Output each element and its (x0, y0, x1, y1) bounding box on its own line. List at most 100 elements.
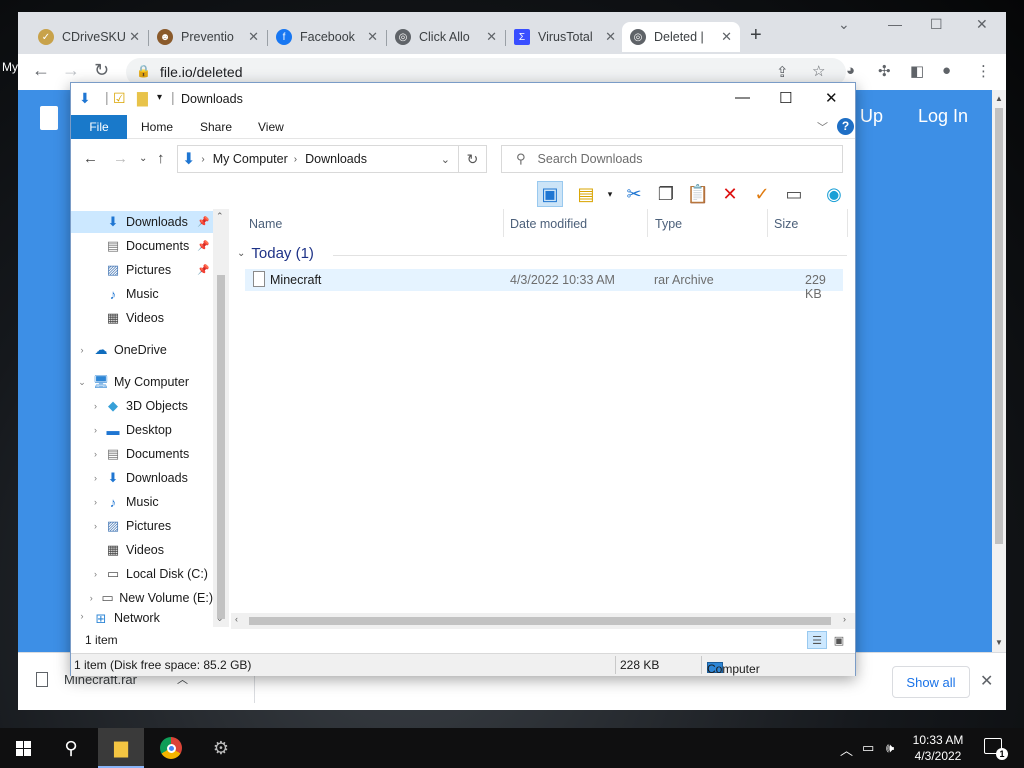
app-taskbar-icon[interactable]: ⚙ (198, 728, 244, 768)
chevron-right-icon[interactable]: › (71, 449, 105, 459)
large-icons-view-icon[interactable]: ▣ (829, 631, 849, 649)
close-tab-icon[interactable]: ✕ (605, 29, 616, 45)
share-icon[interactable]: ⇪ (776, 63, 789, 81)
nav-item-new-volume-e[interactable]: › ▭ New Volume (E:) (71, 587, 213, 609)
browser-tab-5[interactable]: Σ VirusTotal ✕ (506, 22, 624, 52)
chevron-right-icon[interactable]: › (71, 345, 93, 355)
browser-tab-2[interactable]: ☻ Preventio ✕ (149, 22, 267, 52)
nav-item-music-quick[interactable]: ♪ Music (71, 283, 213, 305)
url-text[interactable]: file.io/deleted (160, 64, 243, 80)
file-explorer-taskbar-icon[interactable]: ▆ (98, 728, 144, 768)
tab-share[interactable]: Share (186, 115, 246, 139)
folder-options-icon[interactable]: ▤ (573, 181, 599, 207)
location-bar[interactable]: ⬇ › My Computer › Downloads ⌄ (177, 145, 459, 173)
close-tab-icon[interactable]: ✕ (486, 29, 497, 45)
close-button[interactable]: ✕ (825, 89, 838, 107)
tab-file[interactable]: File (71, 115, 127, 139)
details-view-icon[interactable]: ☰ (807, 631, 827, 649)
pin-icon[interactable]: 📌 (197, 217, 209, 228)
breadcrumb-my-computer[interactable]: My Computer (213, 152, 288, 166)
group-header-today[interactable]: ⌄ Today (1) (237, 245, 847, 262)
delete-icon[interactable]: ✕ (717, 181, 743, 207)
notification-center-icon[interactable]: 1 (984, 738, 1008, 760)
chevron-right-icon[interactable]: › (71, 401, 105, 411)
extension-icon[interactable]: ◕ (846, 62, 855, 79)
chevron-right-icon[interactable]: › (71, 425, 105, 435)
nav-item-downloads[interactable]: › ⬇ Downloads (71, 467, 213, 489)
column-header-type[interactable]: Type (655, 217, 682, 231)
column-header-date-modified[interactable]: Date modified (510, 217, 587, 231)
browser-tab-1[interactable]: ✓ CDriveSKU ✕ (30, 22, 148, 52)
show-all-button[interactable]: Show all (892, 666, 970, 698)
lock-icon[interactable]: 🔒 (136, 64, 151, 78)
nav-item-pictures[interactable]: › ▨ Pictures (71, 515, 213, 537)
pin-icon[interactable]: 📌 (197, 265, 209, 276)
tab-search-icon[interactable]: ⌄ (838, 16, 850, 33)
nav-item-documents-quick[interactable]: ▤ Documents 📌 (71, 235, 213, 257)
chevron-down-icon[interactable]: ⌄ (71, 377, 93, 388)
paste-icon[interactable]: 📋 (685, 181, 711, 207)
column-header-name[interactable]: Name (249, 217, 282, 231)
nav-item-local-disk-c[interactable]: › ▭ Local Disk (C:) (71, 563, 213, 585)
cut-icon[interactable]: ✂ (621, 181, 647, 207)
checkmark-icon[interactable]: ✓ (749, 181, 775, 207)
maximize-button[interactable]: ☐ (779, 89, 792, 107)
help-icon[interactable]: ? (837, 118, 854, 135)
tab-home[interactable]: Home (127, 115, 187, 139)
search-icon[interactable]: ⚲ (48, 728, 94, 768)
page-scroll-thumb[interactable] (995, 108, 1003, 544)
login-link[interactable]: Log In (918, 106, 968, 127)
side-panel-icon[interactable]: ◧ (910, 62, 924, 80)
start-button[interactable] (0, 728, 46, 768)
browser-tab-3[interactable]: f Facebook ✕ (268, 22, 386, 52)
browser-tab-6-active[interactable]: ◎ Deleted | ✕ (622, 22, 740, 52)
forward-arrow-icon[interactable]: → (113, 150, 128, 167)
nav-item-onedrive[interactable]: › ☁ OneDrive (71, 339, 213, 361)
recent-locations-icon[interactable]: ⌄ (139, 153, 147, 164)
page-scrollbar[interactable]: ▲ ▼ (992, 90, 1006, 652)
chevron-right-icon[interactable]: › (71, 593, 101, 603)
menu-dots-icon[interactable]: ⋮ (976, 62, 991, 80)
nav-item-documents[interactable]: › ▤ Documents (71, 443, 213, 465)
column-header-size[interactable]: Size (774, 217, 798, 231)
volume-icon[interactable]: 🕪 (886, 740, 894, 756)
file-name[interactable]: Minecraft (270, 273, 321, 287)
chevron-right-icon[interactable]: › (71, 521, 105, 531)
bookmark-star-icon[interactable]: ☆ (812, 62, 825, 80)
close-shelf-icon[interactable]: ✕ (980, 671, 993, 691)
close-tab-icon[interactable]: ✕ (248, 29, 259, 45)
rename-icon[interactable]: ▭ (781, 181, 807, 207)
expand-ribbon-icon[interactable]: ﹀ (817, 119, 828, 135)
search-input[interactable]: ⚲ Search Downloads (501, 145, 843, 173)
network-icon[interactable]: ▭ (862, 740, 874, 756)
chevron-right-icon[interactable]: › (71, 569, 105, 579)
clock[interactable]: 10:33 AM 4/3/2022 (906, 732, 970, 764)
nav-item-videos[interactable]: ▦ Videos (71, 539, 213, 561)
chevron-right-icon[interactable]: › (294, 154, 297, 165)
nav-item-videos-quick[interactable]: ▦ Videos (71, 307, 213, 329)
close-tab-icon[interactable]: ✕ (367, 29, 378, 45)
file-row[interactable]: Minecraft 4/3/2022 10:33 AM rar Archive … (245, 269, 843, 301)
folder-icon[interactable]: ▇ (137, 90, 148, 107)
new-tab-button[interactable]: + (750, 24, 762, 47)
nav-item-downloads-quick[interactable]: ⬇ Downloads 📌 (71, 211, 213, 233)
forward-button[interactable]: → (62, 60, 80, 81)
close-tab-icon[interactable]: ✕ (721, 29, 732, 45)
customize-dropdown-icon[interactable]: ▾ (157, 92, 162, 103)
up-arrow-icon[interactable]: ↑ (157, 150, 165, 167)
nav-item-my-computer[interactable]: ⌄ 🖥 My Computer (71, 371, 213, 393)
hscroll-thumb[interactable] (249, 617, 831, 625)
profile-avatar-icon[interactable]: ● (942, 62, 951, 79)
browser-tab-4[interactable]: ◎ Click Allo ✕ (387, 22, 505, 52)
nav-scroll-thumb[interactable] (217, 275, 225, 619)
nav-pane-scrollbar[interactable]: ⌃ ⌄ (213, 209, 229, 627)
tab-view[interactable]: View (244, 115, 298, 139)
puzzle-icon[interactable]: ✣ (878, 62, 891, 80)
properties-icon[interactable]: ☑ (113, 90, 126, 107)
copy-icon[interactable]: ❐ (653, 181, 679, 207)
nav-item-3d-objects[interactable]: › ◆ 3D Objects (71, 395, 213, 417)
preview-pane-icon[interactable]: ▣ (537, 181, 563, 207)
chrome-taskbar-icon[interactable] (148, 728, 194, 768)
pin-icon[interactable]: 📌 (197, 241, 209, 252)
reload-button[interactable]: ↻ (94, 60, 109, 81)
